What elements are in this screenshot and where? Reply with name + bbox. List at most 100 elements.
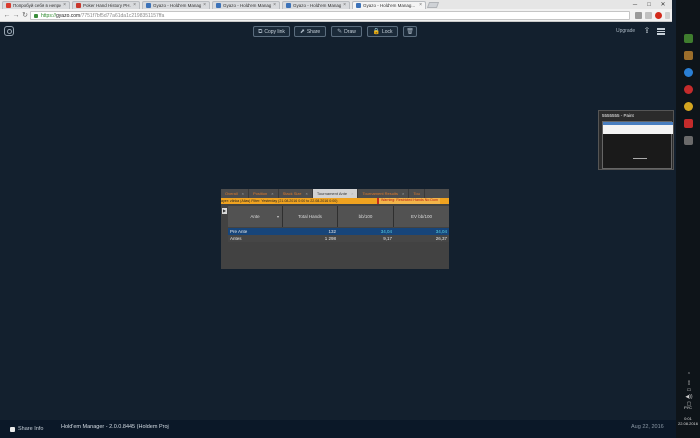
hm-table-row: Antes 1 298 9,17 26,37 — [228, 235, 449, 242]
thumbnail-image — [602, 121, 673, 169]
taskbar-thumbnail-preview[interactable]: 5555555 - Paint — [598, 110, 674, 170]
delete-button[interactable]: 🗑 — [403, 26, 417, 37]
tab-favicon-icon — [216, 3, 221, 8]
forward-arrow-icon[interactable]: → — [12, 12, 20, 20]
taskbar-app-icon[interactable] — [684, 34, 693, 43]
browser-tab[interactable]: Poker Hand History PH... × — [72, 1, 140, 9]
url-field[interactable]: https:// gyazo.com /7751f7bf5d77a61da1c2… — [30, 11, 630, 20]
hm-tab: Position × — [249, 189, 279, 198]
extension-badge-icon[interactable] — [655, 12, 662, 19]
capture-date: Aug 22, 2016 — [631, 424, 664, 430]
browser-tab-active[interactable]: Gyazo - Hold'em Manag... × — [352, 1, 426, 9]
browser-tab[interactable]: Попробуй себя в неприв... × — [2, 1, 70, 9]
tab-title: Gyazo - Hold'em Manag... — [363, 3, 416, 8]
taskbar-app-icon[interactable] — [684, 119, 693, 128]
trash-icon: 🗑 — [406, 28, 414, 35]
clock-date: 22.08.2016 — [677, 421, 699, 426]
tab-favicon-icon — [76, 3, 81, 8]
share-label: Share — [306, 28, 321, 35]
extension-icon[interactable] — [635, 12, 642, 19]
volume-icon[interactable]: ◀)) — [684, 394, 694, 400]
tab-title: Gyazo - Hold'em Manag... — [223, 3, 272, 8]
reload-icon[interactable]: ↻ — [21, 12, 29, 20]
tab-title: Poker Hand History PH... — [83, 3, 132, 8]
draw-label: Draw — [344, 28, 356, 35]
hm-col-header: bb/100 — [338, 206, 394, 227]
lock-button[interactable]: 🔒 Lock — [367, 26, 398, 37]
back-arrow-icon[interactable]: ← — [3, 12, 11, 20]
upload-icon[interactable]: ⇪ — [643, 27, 651, 35]
system-clock[interactable]: 0:01 22.08.2016 — [677, 416, 699, 426]
tab-close-icon[interactable]: × — [133, 3, 136, 8]
tab-close-icon[interactable]: × — [63, 3, 66, 8]
new-tab-button[interactable] — [426, 2, 440, 8]
share-info-label: Share Info — [18, 426, 44, 432]
window-controls: ─ □ ✕ — [628, 0, 670, 9]
upgrade-link[interactable]: Upgrade — [616, 28, 635, 34]
hm-filter-text: ayer: zlinka (Alias) Filter: Yesterday (… — [221, 199, 338, 203]
share-info-toggle[interactable]: Share Info — [10, 426, 43, 432]
taskbar-app-icon[interactable] — [684, 51, 693, 60]
hm-col-header: Ante ▾ — [228, 206, 283, 227]
capture-app-title: Hold'em Manager - 2.0.0.8445 (Holdem Pro… — [61, 424, 169, 430]
hm-tab: Stack Size × — [279, 189, 313, 198]
hm-table-row: Pre Ante 132 34,04 34,04 — [228, 228, 449, 235]
browser-tab[interactable]: Gyazo - Hold'em Manag... × — [142, 1, 210, 9]
browser-tab[interactable]: Gyazo - Hold'em Manag... × — [282, 1, 350, 9]
gyazo-logo-icon[interactable] — [4, 26, 14, 36]
paint-icon[interactable] — [684, 136, 693, 145]
maximize-icon[interactable]: □ — [642, 0, 656, 9]
taskbar-app-icon[interactable] — [684, 85, 693, 94]
hm-tab-active: Tournament Ante × — [312, 189, 359, 198]
skype-icon[interactable] — [684, 68, 693, 77]
minimize-icon[interactable]: ─ — [628, 0, 642, 9]
star-bookmark-icon[interactable] — [645, 12, 652, 19]
browser-tab[interactable]: Gyazo - Hold'em Manag... × — [212, 1, 280, 9]
draw-button[interactable]: ✎ Draw — [331, 26, 362, 37]
hm-tab: Overall × — [221, 189, 250, 198]
url-path: /7751f7bf5d77a61da1c2198351157ffa — [80, 12, 165, 19]
tab-favicon-icon — [6, 3, 11, 8]
tab-title: Gyazo - Hold'em Manag... — [153, 3, 202, 8]
tab-close-icon[interactable]: × — [203, 3, 206, 8]
share-button[interactable]: ⬈ Share — [294, 26, 326, 37]
tab-close-icon[interactable]: × — [419, 3, 422, 8]
tab-close-icon[interactable]: × — [273, 3, 276, 8]
screenshot-image[interactable]: Overall × Position × Stack Size × Tournamen… — [221, 189, 449, 269]
url-host: gyazo.com — [56, 12, 81, 19]
lock-icon: 🔒 — [372, 28, 380, 35]
tray-expand-icon[interactable]: ⌃ — [684, 372, 694, 378]
hm-side-expand-icon: ▶ — [222, 208, 227, 214]
network-icon[interactable]: ▭ — [684, 387, 694, 393]
language-indicator[interactable]: РУС — [677, 405, 699, 410]
close-window-icon[interactable]: ✕ — [656, 0, 670, 9]
share-icon: ⬈ — [299, 28, 305, 35]
tab-favicon-icon — [356, 3, 361, 8]
hm-col-header: EV bb/100 — [394, 206, 449, 227]
hm-tab-strip: Overall × Position × Stack Size × Tournamen… — [221, 189, 449, 198]
copy-link-button[interactable]: ⧉ Copy link — [253, 26, 290, 37]
hm-tab: Tournament Results × — [358, 189, 410, 198]
hm-grid-header: Ante ▾ Total Hands bb/100 EV bb/100 — [228, 206, 449, 227]
copy-link-label: Copy link — [264, 28, 285, 35]
copy-icon: ⧉ — [258, 28, 263, 35]
hm-stats-grid: Ante ▾ Total Hands bb/100 EV bb/100 Pre A… — [228, 204, 449, 269]
checkbox-icon[interactable] — [10, 426, 15, 432]
hm-tab: Tou — [409, 189, 425, 198]
tray-icon[interactable]: ▯ — [684, 380, 694, 386]
secure-lock-icon — [34, 13, 38, 18]
tab-close-icon[interactable]: × — [343, 3, 346, 8]
chrome-icon[interactable] — [684, 102, 693, 111]
browser-tab-strip: Попробуй себя в неприв... × Poker Hand H… — [0, 0, 672, 9]
hm-col-header: Total Hands — [283, 206, 338, 227]
lock-label: Lock — [381, 28, 393, 35]
tab-favicon-icon — [146, 3, 151, 8]
tab-favicon-icon — [286, 3, 291, 8]
url-scheme: https:// — [41, 12, 57, 19]
browser-menu-icon[interactable] — [665, 12, 670, 19]
hamburger-menu-icon[interactable] — [657, 27, 665, 35]
tab-title: Gyazo - Hold'em Manag... — [293, 3, 342, 8]
draw-icon: ✎ — [337, 28, 343, 35]
tab-title: Попробуй себя в неприв... — [13, 3, 61, 8]
browser-address-bar: ← → ↻ https:// gyazo.com /7751f7bf5d77a6… — [0, 9, 672, 22]
